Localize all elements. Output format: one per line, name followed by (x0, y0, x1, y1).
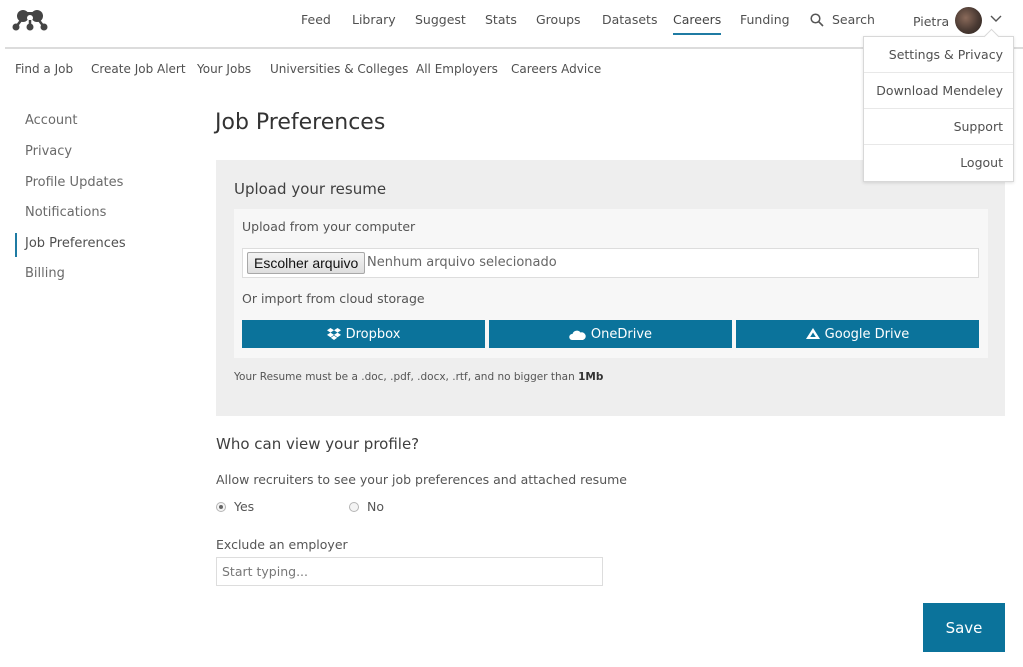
upload-options-box: Upload from your computer Escolher arqui… (234, 209, 988, 358)
nav-stats[interactable]: Stats (485, 12, 517, 27)
subnav-all-employers[interactable]: All Employers (416, 62, 498, 76)
subnav-create-job-alert[interactable]: Create Job Alert (91, 62, 186, 76)
nav-library[interactable]: Library (352, 12, 396, 27)
menu-item-download-mendeley[interactable]: Download Mendeley (864, 73, 1013, 109)
user-name[interactable]: Pietra (913, 14, 949, 29)
sidebar-item-job-preferences[interactable]: Job Preferences (25, 236, 126, 251)
onedrive-button[interactable]: OneDrive (489, 320, 732, 348)
chevron-down-icon[interactable] (990, 14, 1002, 24)
dropbox-button[interactable]: Dropbox (242, 320, 485, 348)
subnav-your-jobs[interactable]: Your Jobs (197, 62, 251, 76)
nav-feed[interactable]: Feed (301, 12, 331, 27)
subnav-careers-advice[interactable]: Careers Advice (511, 62, 601, 76)
search-icon[interactable] (810, 13, 824, 27)
visibility-section-title: Who can view your profile? (216, 435, 420, 453)
upload-from-computer-label: Upload from your computer (242, 219, 416, 234)
exclude-employer-label: Exclude an employer (216, 537, 348, 552)
sidebar-item-account[interactable]: Account (25, 113, 78, 128)
upload-resume-title: Upload your resume (234, 180, 387, 198)
sidebar-item-billing[interactable]: Billing (25, 266, 65, 281)
google-drive-icon (805, 328, 820, 339)
avatar[interactable] (955, 7, 982, 34)
menu-item-logout[interactable]: Logout (864, 145, 1013, 181)
search-link[interactable]: Search (832, 12, 875, 27)
mendeley-logo-icon[interactable] (10, 6, 50, 32)
subnav-universities-colleges[interactable]: Universities & Colleges (270, 62, 408, 76)
radio-no-label: No (367, 499, 384, 514)
radio-no[interactable]: No (349, 499, 384, 514)
menu-item-support[interactable]: Support (864, 109, 1013, 145)
sidebar-item-profile-updates[interactable]: Profile Updates (25, 175, 123, 190)
user-menu-dropdown: Settings & Privacy Download Mendeley Sup… (863, 36, 1014, 182)
sidebar-item-notifications[interactable]: Notifications (25, 205, 106, 220)
upload-note-text: Your Resume must be a .doc, .pdf, .docx,… (234, 371, 579, 383)
dropbox-icon (326, 327, 341, 340)
nav-funding[interactable]: Funding (740, 12, 790, 27)
upload-size-limit: 1Mb (578, 371, 604, 383)
choose-file-button[interactable]: Escolher arquivo (247, 252, 366, 274)
dropbox-label: Dropbox (345, 326, 401, 342)
file-status-text: Nenhum arquivo selecionado (367, 255, 557, 270)
google-drive-label: Google Drive (824, 326, 910, 342)
visibility-question: Allow recruiters to see your job prefere… (216, 472, 627, 487)
save-button[interactable]: Save (923, 603, 1005, 652)
page-title: Job Preferences (215, 110, 386, 135)
upload-resume-panel: Upload your resume Upload from your comp… (216, 160, 1005, 416)
radio-no-control[interactable] (349, 501, 359, 512)
nav-groups[interactable]: Groups (536, 12, 581, 27)
upload-requirements-note: Your Resume must be a .doc, .pdf, .docx,… (234, 371, 603, 383)
nav-careers[interactable]: Careers (673, 12, 722, 35)
subnav-find-a-job[interactable]: Find a Job (15, 62, 73, 76)
onedrive-label: OneDrive (590, 326, 653, 342)
menu-item-settings-privacy[interactable]: Settings & Privacy (864, 37, 1013, 73)
cloud-storage-label: Or import from cloud storage (242, 291, 425, 306)
onedrive-icon (569, 330, 586, 340)
radio-yes-label: Yes (234, 499, 255, 514)
google-drive-button[interactable]: Google Drive (736, 320, 979, 348)
sidebar-active-indicator (15, 233, 17, 257)
file-input[interactable]: Escolher arquivo Nenhum arquivo selecion… (242, 248, 979, 278)
sidebar-item-privacy[interactable]: Privacy (25, 144, 72, 159)
radio-yes[interactable]: Yes (216, 499, 254, 514)
radio-yes-control[interactable] (216, 501, 226, 512)
exclude-employer-input[interactable] (216, 557, 603, 586)
nav-datasets[interactable]: Datasets (602, 12, 657, 27)
nav-suggest[interactable]: Suggest (415, 12, 466, 27)
